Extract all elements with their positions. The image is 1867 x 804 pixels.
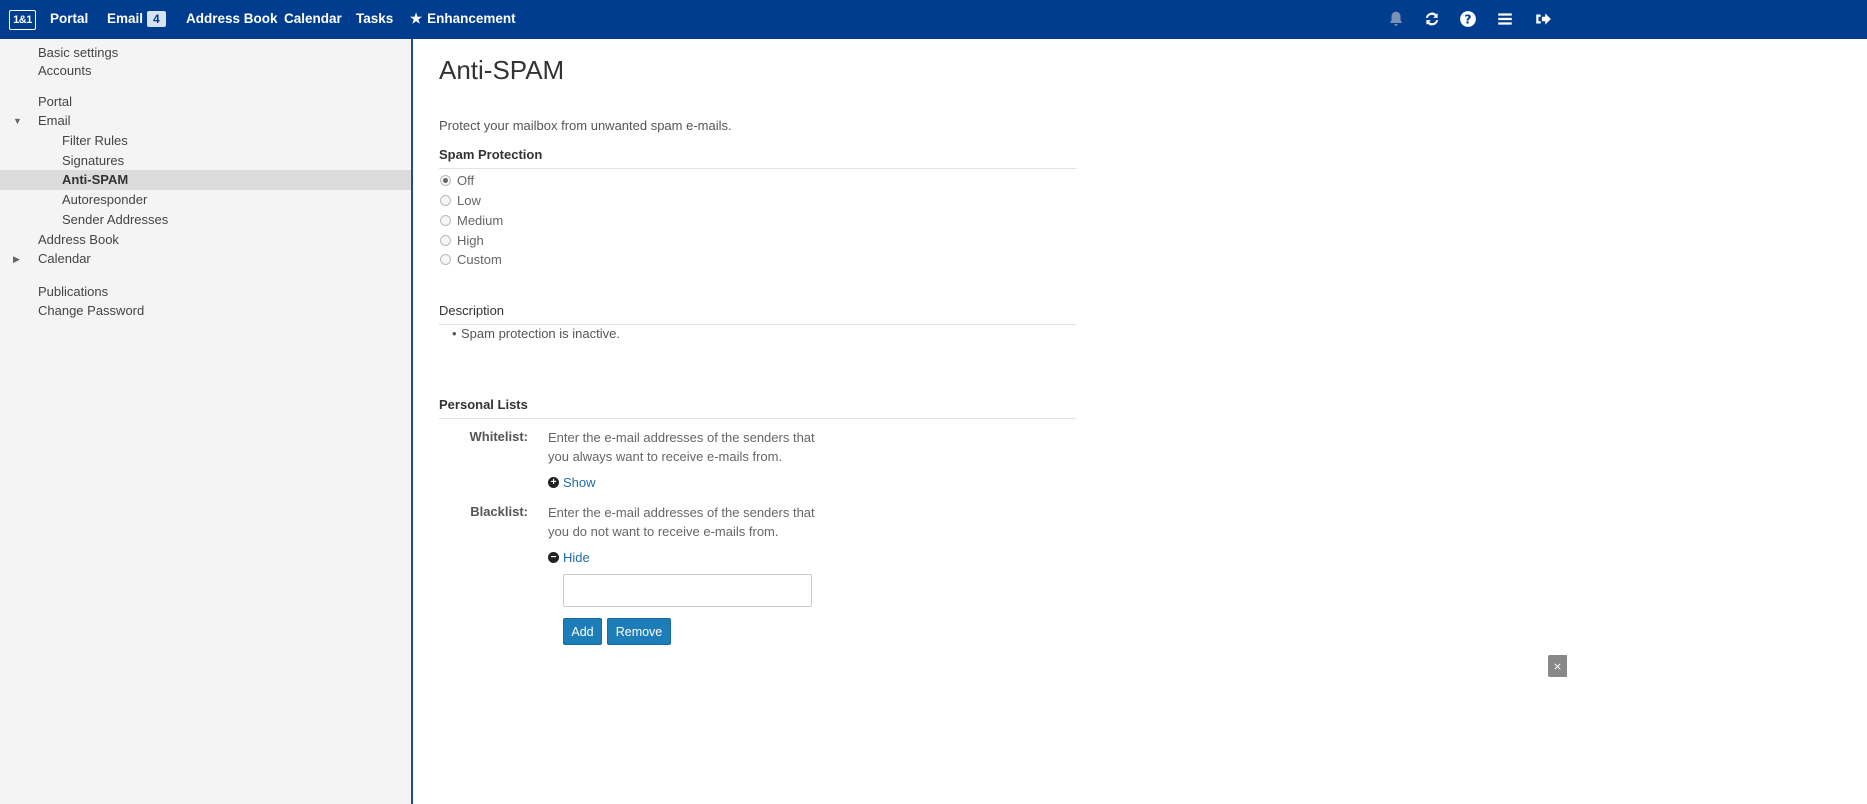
intro-text: Protect your mailbox from unwanted spam …	[439, 118, 732, 133]
blacklist-hide-label: Hide	[563, 550, 590, 565]
blacklist-label: Blacklist:	[470, 504, 528, 519]
sidebar-item-anti-spam[interactable]: Anti-SPAM	[62, 170, 128, 189]
radio-off-label: Off	[457, 172, 475, 188]
nav-email[interactable]: Email 4	[107, 11, 166, 27]
sidebar-item-email[interactable]: Email	[38, 111, 71, 130]
radio-off-control[interactable]	[440, 174, 451, 186]
spam-protection-heading: Spam Protection	[439, 147, 1076, 169]
radio-high[interactable]: High	[440, 231, 484, 249]
radio-custom-label: Custom	[457, 251, 502, 267]
svg-text:?: ?	[1464, 13, 1471, 27]
sidebar-item-change-password[interactable]: Change Password	[38, 301, 144, 320]
nav-calendar[interactable]: Calendar	[284, 11, 342, 26]
top-navigation-bar: 1&1 Portal Email 4 Address Book Calendar …	[0, 0, 1867, 39]
whitelist-label: Whitelist:	[469, 429, 529, 444]
plus-circle-icon: +	[548, 477, 559, 488]
radio-off[interactable]: Off	[440, 171, 474, 189]
blacklist-hide-toggle[interactable]: − Hide	[548, 550, 590, 565]
radio-low-control[interactable]	[440, 194, 451, 206]
sidebar-item-sender-addresses[interactable]: Sender Addresses	[62, 210, 168, 229]
blacklist-address-input[interactable]	[563, 574, 812, 607]
personal-lists-heading: Personal Lists	[439, 397, 1076, 419]
whitelist-show-label: Show	[563, 475, 596, 490]
settings-sidebar: Basic settings Accounts Portal ▼ Email F…	[0, 39, 413, 804]
sidebar-item-portal[interactable]: Portal	[38, 92, 72, 111]
sidebar-item-signatures[interactable]: Signatures	[62, 151, 124, 170]
sidebar-item-autoresponder[interactable]: Autoresponder	[62, 190, 147, 209]
menu-icon[interactable]	[1495, 9, 1515, 29]
caret-down-icon[interactable]: ▼	[13, 116, 23, 126]
whitelist-description: Enter the e-mail addresses of the sender…	[548, 430, 815, 464]
sidebar-item-publications[interactable]: Publications	[38, 282, 108, 301]
settings-content: Anti-SPAM Protect your mailbox from unwa…	[415, 39, 1867, 804]
sidebar-item-basic-settings[interactable]: Basic settings	[38, 43, 118, 62]
blacklist-description: Enter the e-mail addresses of the sender…	[548, 505, 815, 539]
sidebar-item-filter-rules[interactable]: Filter Rules	[62, 131, 128, 150]
description-item: Spam protection is inactive.	[452, 326, 620, 341]
caret-right-icon[interactable]: ▶	[13, 254, 23, 264]
sidebar-item-address-book[interactable]: Address Book	[38, 230, 119, 249]
nav-portal[interactable]: Portal	[50, 11, 88, 26]
radio-custom-control[interactable]	[440, 253, 451, 265]
radio-custom[interactable]: Custom	[440, 250, 502, 268]
unread-count-badge: 4	[147, 11, 166, 27]
bell-icon[interactable]	[1386, 9, 1406, 29]
nav-address-book[interactable]: Address Book	[186, 11, 278, 26]
radio-high-label: High	[457, 232, 484, 248]
description-heading: Description	[439, 303, 1076, 325]
whitelist-show-toggle[interactable]: + Show	[548, 475, 596, 490]
nav-tasks[interactable]: Tasks	[356, 11, 393, 26]
radio-medium-label: Medium	[457, 212, 504, 228]
sidebar-item-accounts[interactable]: Accounts	[38, 61, 91, 80]
logout-icon[interactable]	[1533, 9, 1553, 29]
radio-medium[interactable]: Medium	[440, 211, 503, 229]
radio-low[interactable]: Low	[440, 191, 481, 209]
nav-email-label: Email	[107, 11, 144, 26]
nav-enhancement-label: Enhancement	[427, 11, 516, 26]
radio-low-label: Low	[457, 192, 481, 208]
collapse-icon[interactable]: ⨯	[1548, 655, 1567, 677]
nav-enhancement[interactable]: ★ Enhancement	[410, 11, 516, 27]
add-button[interactable]: Add	[563, 618, 602, 645]
minus-circle-icon: −	[548, 552, 559, 563]
remove-button[interactable]: Remove	[607, 618, 671, 645]
radio-medium-control[interactable]	[440, 214, 451, 226]
brand-logo[interactable]: 1&1	[9, 10, 36, 30]
star-icon: ★	[410, 11, 423, 26]
radio-high-control[interactable]	[440, 234, 451, 246]
sidebar-item-calendar[interactable]: Calendar	[38, 249, 91, 268]
page-title: Anti-SPAM	[439, 55, 565, 85]
refresh-icon[interactable]	[1422, 9, 1442, 29]
help-icon[interactable]: ?	[1458, 9, 1478, 29]
